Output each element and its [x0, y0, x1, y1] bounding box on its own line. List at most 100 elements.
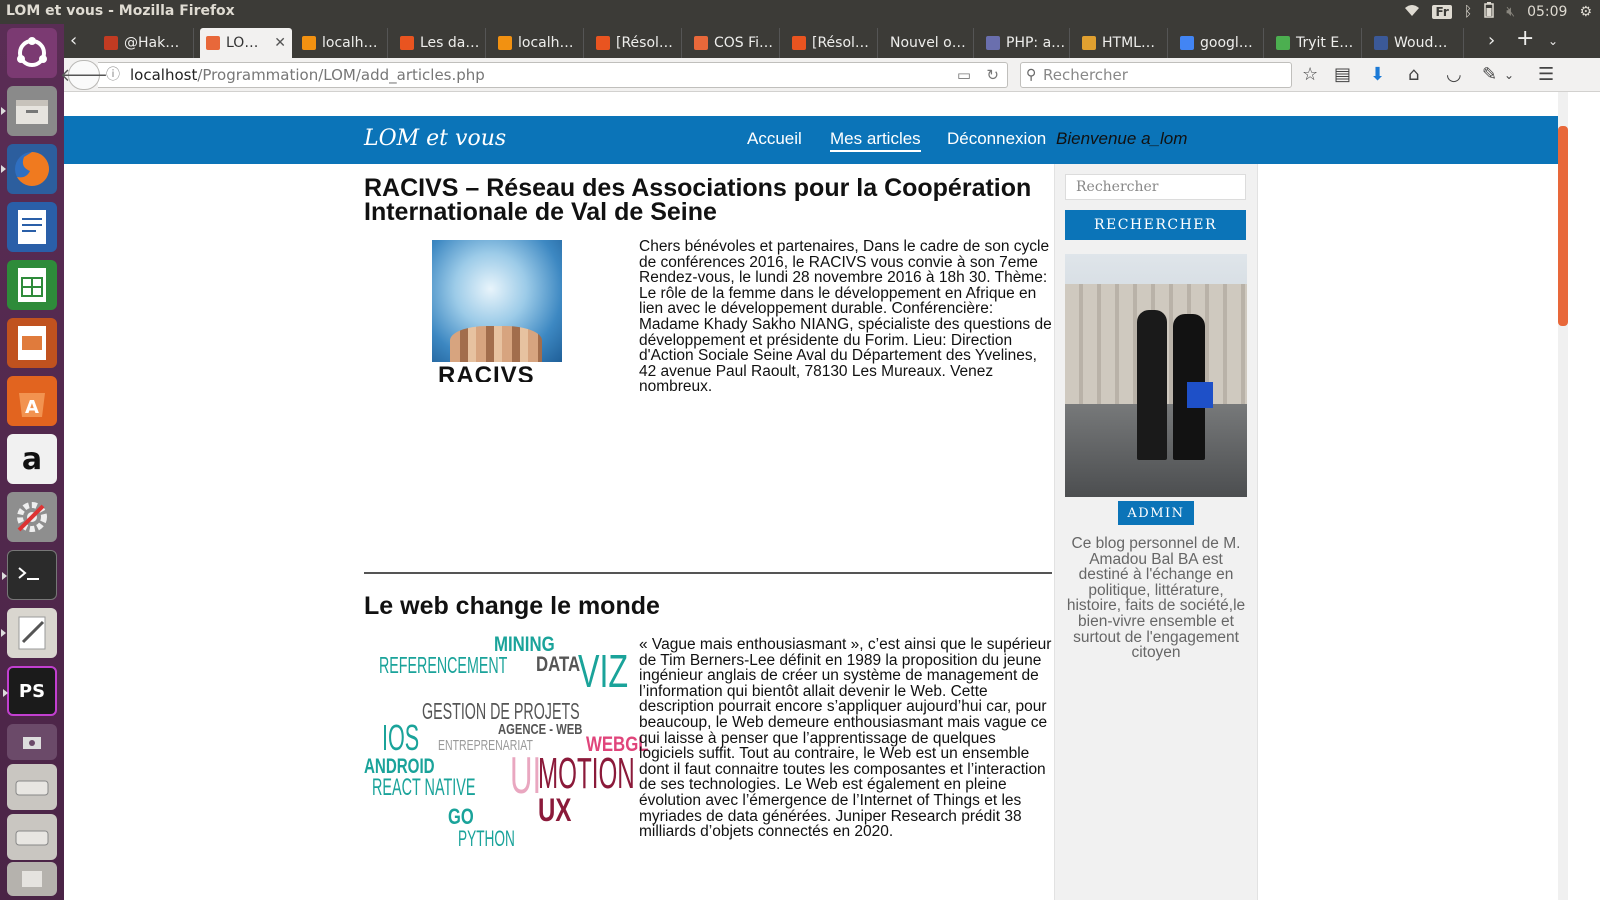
- tab-label: HTML…: [1102, 35, 1155, 51]
- tab-label: COS Fi…: [714, 35, 774, 51]
- tab-label: localh…: [518, 35, 574, 51]
- ubuntu-dash-icon[interactable]: [7, 28, 57, 78]
- tab-label: Les da…: [420, 35, 480, 51]
- text-editor-icon[interactable]: [1, 608, 57, 658]
- software-center-icon[interactable]: A: [7, 376, 57, 426]
- tab-scroll-left-icon[interactable]: ‹: [70, 30, 77, 51]
- wordcloud-word: GESTION DE PROJETS: [422, 698, 580, 724]
- browser-tab[interactable]: HTML…: [1076, 28, 1168, 58]
- url-bar[interactable]: ⓘ localhost/Programmation/LOM/add_articl…: [98, 62, 1008, 88]
- impress-icon[interactable]: [7, 318, 57, 368]
- drive-icon[interactable]: [7, 814, 57, 860]
- battery-icon[interactable]: [1484, 2, 1494, 22]
- close-tab-icon[interactable]: ✕: [274, 35, 286, 51]
- browser-tab[interactable]: Les da…: [394, 28, 486, 58]
- drive-icon[interactable]: [7, 764, 57, 810]
- browser-tab[interactable]: localh…: [296, 28, 388, 58]
- browser-tab[interactable]: Tryit E…: [1270, 28, 1362, 58]
- browser-tab[interactable]: LO… ✕: [200, 28, 292, 58]
- hamburger-menu-icon[interactable]: ☰: [1538, 64, 1554, 85]
- browser-tab[interactable]: [Résol…: [590, 28, 682, 58]
- settings-gear-icon[interactable]: ⚙: [1579, 4, 1592, 20]
- pocket-icon[interactable]: ◡: [1446, 64, 1462, 85]
- reading-list-icon[interactable]: ▤: [1334, 64, 1351, 85]
- trash-icon[interactable]: [7, 862, 57, 896]
- tab-list-chevron-down-icon[interactable]: ⌄: [1548, 34, 1558, 48]
- wordcloud-word: UX: [538, 792, 572, 828]
- reader-view-icon[interactable]: ▭: [957, 63, 971, 87]
- page-scrollbar-thumb[interactable]: [1558, 126, 1568, 326]
- nav-link-deconnexion[interactable]: Déconnexion: [947, 129, 1046, 149]
- tab-label: Tryit E…: [1296, 35, 1354, 51]
- php-icon: [986, 36, 1000, 50]
- window-title: LOM et vous - Mozilla Firefox: [6, 3, 235, 19]
- writer-icon[interactable]: [7, 202, 57, 252]
- browser-search-input[interactable]: ⚲ Rechercher: [1020, 62, 1292, 88]
- site-logo[interactable]: LOM et vous: [364, 126, 506, 151]
- tab-label: Nouvel o…: [890, 35, 966, 51]
- browser-search-placeholder: Rechercher: [1043, 66, 1128, 84]
- article-image-wordcloud[interactable]: MINING REFERENCEMENT DATA VIZ GESTION DE…: [364, 634, 649, 854]
- wifi-icon[interactable]: [1404, 3, 1420, 21]
- sidebar-bio: Ce blog personnel de M. Amadou Bal BA es…: [1066, 535, 1246, 662]
- tab-label: LO…: [226, 35, 259, 51]
- browser-tab[interactable]: COS Fi…: [688, 28, 780, 58]
- calc-icon[interactable]: [7, 260, 57, 310]
- article-title[interactable]: RACIVS – Réseau des Associations pour la…: [364, 176, 1064, 225]
- bookmark-star-icon[interactable]: ☆: [1302, 64, 1318, 85]
- welcome-message: Bienvenue a_lom: [1056, 129, 1188, 148]
- url-path: /Programmation/LOM/add_articles.php: [197, 66, 485, 84]
- url-host: localhost: [130, 66, 198, 84]
- tab-label: localh…: [322, 35, 378, 51]
- tab-scroll-right-icon[interactable]: ›: [1488, 30, 1495, 51]
- browser-tab[interactable]: PHP: a…: [980, 28, 1070, 58]
- wordcloud-word: PYTHON: [458, 826, 515, 851]
- article-title[interactable]: Le web change le monde: [364, 594, 1064, 619]
- browser-nav-bar: ⓘ localhost/Programmation/LOM/add_articl…: [60, 58, 1600, 92]
- system-top-bar: LOM et vous - Mozilla Firefox Fr ᛒ 🔇︎ 05…: [0, 0, 1600, 24]
- phpmyadmin-icon: [302, 36, 316, 50]
- browser-tab[interactable]: Woud…: [1368, 28, 1464, 58]
- w3schools-icon: [1276, 36, 1290, 50]
- nav-link-accueil[interactable]: Accueil: [747, 129, 802, 149]
- amazon-icon[interactable]: a: [7, 434, 57, 484]
- browser-tab[interactable]: [Résol…: [786, 28, 878, 58]
- browser-tab[interactable]: googl…: [1174, 28, 1264, 58]
- wordcloud-word: GO: [448, 804, 474, 829]
- files-icon[interactable]: [1, 86, 57, 136]
- browser-tab[interactable]: Nouvel o…: [884, 28, 974, 58]
- article-image-racivs[interactable]: RACIVS: [432, 240, 562, 382]
- browser-tab[interactable]: localh…: [492, 28, 584, 58]
- chevron-down-icon[interactable]: ⌄: [1504, 68, 1514, 82]
- terminal-icon[interactable]: [2, 550, 57, 600]
- sidebar-search-button[interactable]: RECHERCHER: [1065, 210, 1246, 240]
- firefox-icon[interactable]: [1, 144, 57, 194]
- ubuntu-forum-icon: [792, 36, 806, 50]
- keyboard-layout-indicator[interactable]: Fr: [1432, 5, 1452, 19]
- developer-tools-icon[interactable]: ✎: [1482, 64, 1497, 85]
- system-tray: Fr ᛒ 🔇︎ 05:09 ⚙: [1404, 2, 1592, 22]
- home-icon[interactable]: ⌂: [1408, 64, 1419, 85]
- new-tab-plus-icon[interactable]: +: [1516, 26, 1534, 51]
- wordcloud-word: REACT NATIVE: [372, 774, 476, 801]
- system-settings-icon[interactable]: [7, 492, 57, 542]
- back-button[interactable]: 🡐: [60, 60, 108, 90]
- sidebar: Rechercher RECHERCHER ADMIN Ce blog pers…: [1054, 164, 1258, 900]
- admin-badge[interactable]: ADMIN: [1118, 501, 1194, 525]
- clock[interactable]: 05:09: [1527, 4, 1567, 20]
- sidebar-search-input[interactable]: Rechercher: [1065, 174, 1246, 200]
- wordcloud-word: VIZ: [578, 645, 629, 697]
- volume-muted-icon[interactable]: 🔇︎: [1506, 4, 1515, 20]
- tab-label: Woud…: [1394, 35, 1448, 51]
- phpstorm-icon[interactable]: PS: [3, 666, 57, 716]
- wordcloud-word: AGENCE - WEB: [498, 721, 583, 738]
- nav-link-mes-articles[interactable]: Mes articles: [830, 129, 921, 152]
- browser-tab-bar: ‹ @Hak… LO… ✕ localh… Les da… localh… [Résol… C…: [64, 24, 1600, 58]
- bluetooth-icon[interactable]: ᛒ: [1464, 4, 1472, 20]
- tab-label: PHP: a…: [1006, 35, 1066, 51]
- gmail-icon: [104, 36, 118, 50]
- screenshot-icon[interactable]: [7, 724, 57, 760]
- reload-icon[interactable]: ↻: [986, 63, 999, 87]
- downloads-icon[interactable]: ⬇: [1370, 64, 1385, 85]
- browser-tab[interactable]: @Hak…: [98, 28, 194, 58]
